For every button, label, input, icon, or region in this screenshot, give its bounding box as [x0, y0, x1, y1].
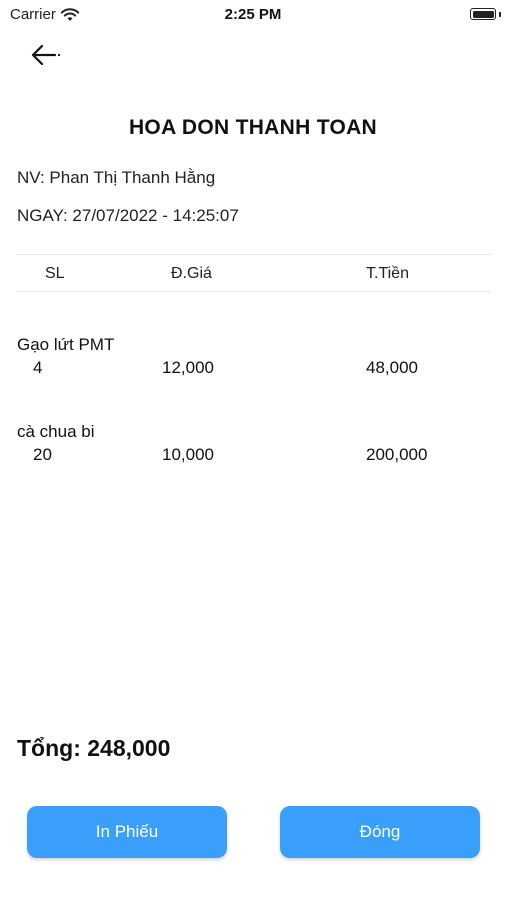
print-button[interactable]: In Phiếu — [27, 806, 227, 858]
item-quantity: 20 — [33, 445, 52, 464]
table-header: SL Đ.Giá T.Tiền — [16, 254, 491, 292]
item-name: cà chua bi — [17, 422, 95, 441]
item-name: Gạo lứt PMT — [17, 335, 115, 354]
grand-total: Tổng: 248,000 — [17, 735, 171, 761]
status-bar: Carrier 2:25 PM — [0, 0, 506, 30]
item-quantity: 4 — [33, 358, 43, 377]
invoice-date: NGAY: 27/07/2022 - 14:25:07 — [17, 206, 239, 225]
staff-name: NV: Phan Thị Thanh Hằng — [17, 168, 216, 187]
close-button[interactable]: Đóng — [280, 806, 480, 858]
status-time: 2:25 PM — [224, 6, 282, 23]
battery-icon — [470, 8, 496, 20]
item-unit-price: 12,000 — [162, 358, 214, 377]
column-unit-price: Đ.Giá — [171, 265, 212, 282]
back-button[interactable] — [28, 38, 68, 72]
item-unit-price: 10,000 — [162, 445, 214, 464]
page-title: HOA DON THANH TOAN — [128, 116, 378, 139]
arrow-left-icon — [31, 44, 61, 66]
column-total: T.Tiền — [366, 265, 409, 282]
item-total: 48,000 — [366, 358, 418, 377]
column-quantity: SL — [45, 265, 65, 282]
battery-cap — [499, 12, 501, 17]
item-total: 200,000 — [366, 445, 428, 464]
